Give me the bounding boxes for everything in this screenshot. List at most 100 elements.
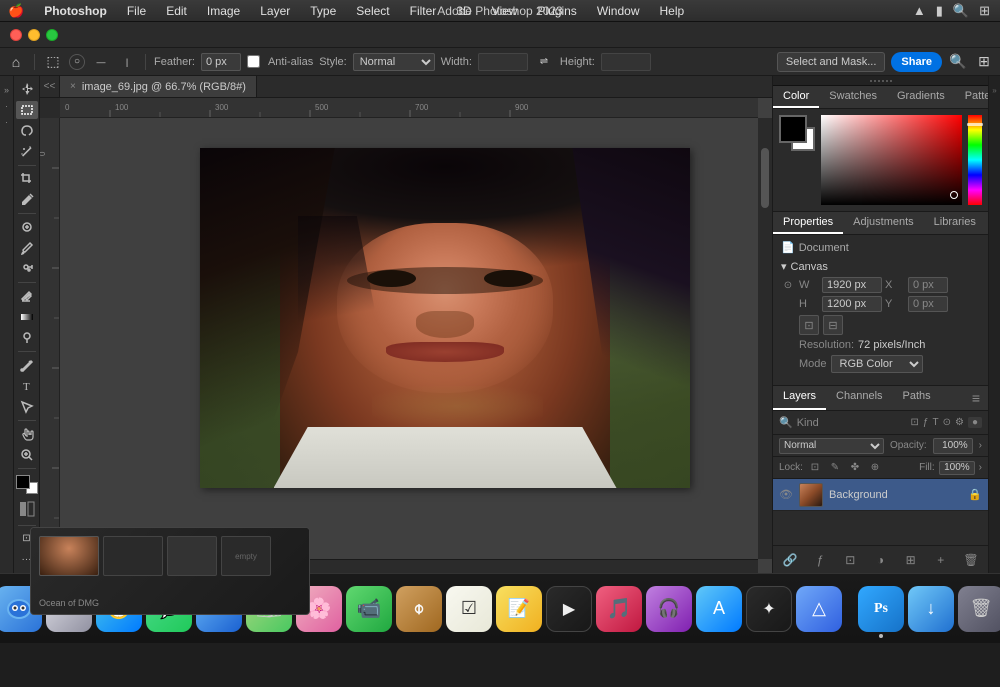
lp-icon-2[interactable]: · <box>1 100 13 112</box>
tab-patterns[interactable]: Patterns <box>955 86 988 108</box>
filter-icon-3[interactable]: T <box>932 417 938 428</box>
lock-transparent-btn[interactable]: ⊡ <box>807 460 823 476</box>
eyedropper-tool[interactable] <box>16 190 38 209</box>
menu-select[interactable]: Select <box>352 2 393 20</box>
menu-type[interactable]: Type <box>306 2 340 20</box>
fill-more-icon[interactable]: › <box>979 462 982 473</box>
new-group-btn[interactable]: ⊞ <box>902 551 920 569</box>
share-button[interactable]: Share <box>891 52 942 72</box>
quick-mask-btn[interactable] <box>16 500 38 519</box>
layer-background[interactable]: 👁 Background 🔒 <box>773 479 988 511</box>
select-and-mask-button[interactable]: Select and Mask... <box>777 52 886 72</box>
filter-icon-2[interactable]: ƒ <box>923 417 929 428</box>
menu-edit[interactable]: Edit <box>162 2 191 20</box>
crop-tool[interactable] <box>16 170 38 189</box>
search-tool-icon[interactable]: 🔍 <box>948 52 968 72</box>
hue-slider[interactable] <box>968 115 982 205</box>
tab-color[interactable]: Color <box>773 86 819 108</box>
tab-channels[interactable]: Channels <box>826 386 892 410</box>
magic-wand-tool[interactable] <box>16 142 38 161</box>
layer-mask-btn[interactable]: ⊡ <box>841 551 859 569</box>
rect-marquee-icon[interactable]: ⬚ <box>43 52 63 72</box>
color-mode-select[interactable]: RGB Color CMYK Color Grayscale <box>831 355 923 373</box>
canvas-y-input[interactable] <box>908 296 948 312</box>
maximize-button[interactable] <box>46 29 58 41</box>
color-gradient-saturation[interactable] <box>821 115 962 205</box>
ellipse-marquee-icon[interactable]: ○ <box>69 54 85 70</box>
canvas-collapse-icon[interactable]: ▾ <box>781 260 787 273</box>
scrollbar-vertical-thumb[interactable] <box>761 148 769 208</box>
menu-filter[interactable]: Filter <box>406 2 441 20</box>
tab-gradients[interactable]: Gradients <box>887 86 955 108</box>
document-tab[interactable]: × image_69.jpg @ 66.7% (RGB/8#) <box>60 76 257 97</box>
canvas-width-input[interactable] <box>822 277 882 293</box>
foreground-color-swatch[interactable] <box>779 115 807 143</box>
feather-input[interactable] <box>201 53 241 71</box>
canvas-area[interactable]: 0 100 300 500 700 900 <box>40 98 772 573</box>
filter-icon-5[interactable]: ⚙ <box>955 417 964 428</box>
layer-effects-btn[interactable]: ƒ <box>811 551 829 569</box>
canvas-size-icon[interactable]: ⊟ <box>823 315 843 335</box>
clone-tool[interactable] <box>16 259 38 278</box>
tab-layers[interactable]: Layers <box>773 386 826 410</box>
menu-image[interactable]: Image <box>203 2 244 20</box>
tab-adjustments[interactable]: Adjustments <box>843 212 924 234</box>
lock-pixels-btn[interactable]: ✎ <box>827 460 843 476</box>
home-tool-icon[interactable]: ⌂ <box>6 52 26 72</box>
menu-help[interactable]: Help <box>656 2 689 20</box>
filter-toggle[interactable]: ● <box>968 417 982 428</box>
hand-tool[interactable] <box>16 425 38 444</box>
tab-properties[interactable]: Properties <box>773 212 843 234</box>
link-dimensions-icon[interactable]: ⊙ <box>781 278 795 292</box>
search-menu-icon[interactable]: 🔍 <box>953 3 969 19</box>
blend-mode-select[interactable]: Normal Multiply Screen Overlay <box>779 438 884 454</box>
layer-visibility-toggle[interactable]: 👁 <box>779 488 793 502</box>
marquee-tool[interactable] <box>16 101 38 120</box>
opacity-input[interactable] <box>933 438 973 454</box>
dock-chatgpt[interactable]: ✦ <box>746 586 792 632</box>
dock-vectorize[interactable]: △ <box>796 586 842 632</box>
menu-photoshop[interactable]: Photoshop <box>40 2 111 20</box>
filter-icon-1[interactable]: ⊡ <box>911 417 919 428</box>
menu-file[interactable]: File <box>123 2 150 20</box>
dock-reminders[interactable]: ☑ <box>446 586 492 632</box>
tab-libraries[interactable]: Libraries <box>924 212 986 234</box>
healing-tool[interactable] <box>16 218 38 237</box>
dock-appstore[interactable]: A <box>696 586 742 632</box>
panel-collapse-handle[interactable] <box>773 76 988 86</box>
type-tool[interactable]: T <box>16 377 38 396</box>
row-marquee-icon[interactable]: ― <box>91 52 111 72</box>
canvas-x-input[interactable] <box>908 277 948 293</box>
tab-expand-icon[interactable]: << <box>40 76 60 98</box>
scrollbar-vertical[interactable] <box>758 118 772 559</box>
layers-menu-icon[interactable]: ≡ <box>964 386 988 410</box>
dock-podcasts2[interactable]: ⌽ <box>396 586 442 632</box>
path-select-tool[interactable] <box>16 397 38 416</box>
menu-layer[interactable]: Layer <box>256 2 294 20</box>
style-select[interactable]: Normal Fixed Ratio Fixed Size <box>353 53 435 71</box>
pen-tool[interactable] <box>16 356 38 375</box>
filter-icon-4[interactable]: ⊙ <box>943 417 951 428</box>
eraser-tool[interactable] <box>16 287 38 306</box>
anti-alias-checkbox[interactable] <box>247 55 260 68</box>
zoom-tool[interactable] <box>16 446 38 465</box>
image-size-icon[interactable]: ⊡ <box>799 315 819 335</box>
dock-podcasts[interactable]: 🎧 <box>646 586 692 632</box>
brush-tool[interactable] <box>16 239 38 258</box>
move-tool[interactable] <box>16 80 38 99</box>
dock-notes[interactable]: 📝 <box>496 586 542 632</box>
opacity-more-icon[interactable]: › <box>979 440 982 451</box>
link-layers-btn[interactable]: 🔗 <box>781 551 799 569</box>
height-input[interactable] <box>601 53 651 71</box>
control-center-icon[interactable]: ⊞ <box>979 3 990 19</box>
dock-trash[interactable]: 🗑 <box>958 586 1000 632</box>
close-button[interactable] <box>10 29 22 41</box>
dock-photoshop[interactable]: Ps <box>858 586 904 632</box>
color-picker-gradient[interactable] <box>821 115 962 205</box>
options-more-icon[interactable]: ⊞ <box>974 52 994 72</box>
fill-input[interactable] <box>939 461 975 475</box>
delete-layer-btn[interactable]: 🗑 <box>962 551 980 569</box>
canvas-height-input[interactable] <box>822 296 882 312</box>
menu-window[interactable]: Window <box>593 2 644 20</box>
dock-music[interactable]: 🎵 <box>596 586 642 632</box>
